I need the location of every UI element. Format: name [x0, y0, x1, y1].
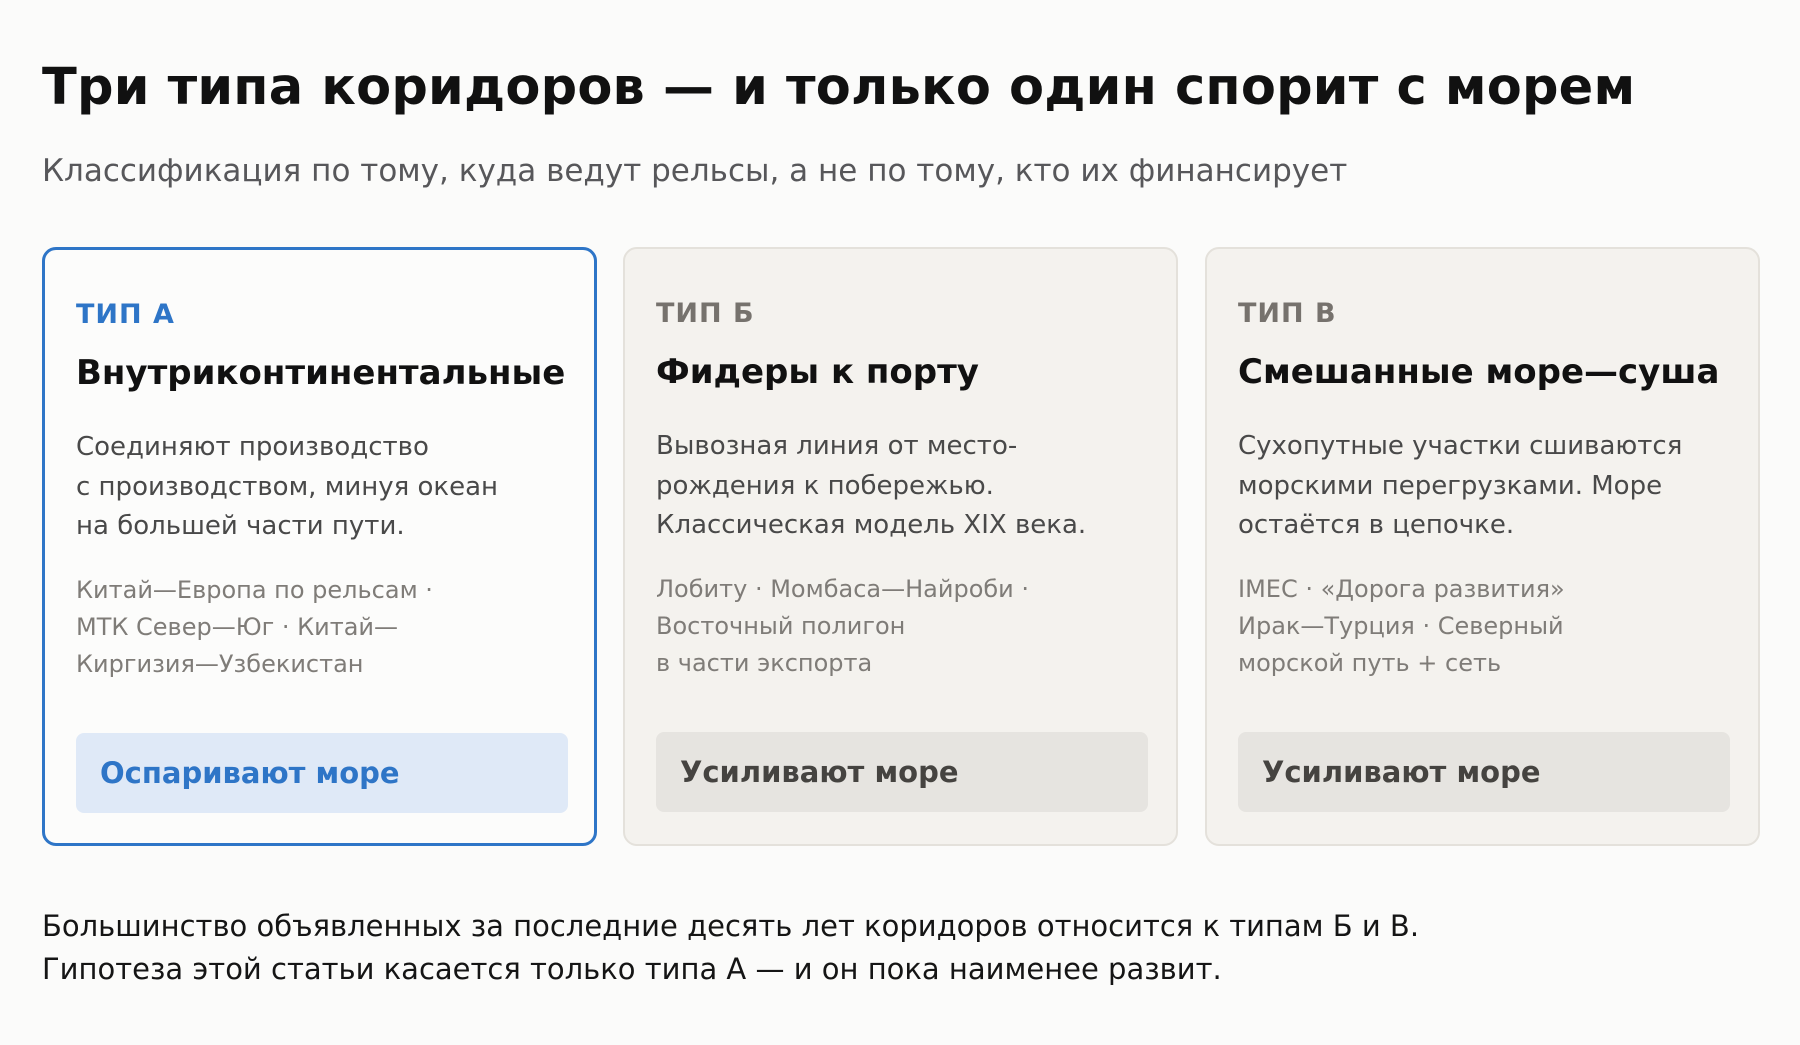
card-verdict-badge: Оспаривают море: [76, 733, 568, 813]
card-type-c: ТИП В Смешанные море—суша Сухопутные уча…: [1205, 247, 1760, 846]
card-name: Внутриконтинентальные: [76, 353, 566, 393]
card-description: Вывозная линия от место- рождения к побе…: [656, 431, 1087, 540]
card-type-b: ТИП Б Фидеры к порту Вывозная линия от м…: [623, 247, 1178, 846]
card-description: Соединяют производство с производством, …: [76, 432, 499, 541]
card-tag: ТИП А: [76, 299, 175, 330]
card-name: Фидеры к порту: [656, 352, 979, 392]
footer-line-1: Большинство объявленных за последние дес…: [42, 909, 1420, 943]
card-type-a: ТИП А Внутриконтинентальные Соединяют пр…: [42, 247, 597, 846]
footer-line-2: Гипотеза этой статьи касается только тип…: [42, 952, 1222, 986]
card-examples: IMEC · «Дорога развития» Ирак—Турция · С…: [1238, 574, 1565, 677]
card-examples: Лобиту · Момбаса—Найроби · Восточный пол…: [656, 574, 1030, 677]
card-name: Смешанные море—суша: [1238, 352, 1720, 392]
card-tag: ТИП Б: [656, 298, 755, 329]
card-examples: Китай—Европа по рельсам · МТК Север—Юг ·…: [76, 575, 433, 678]
corridor-type-cards: ТИП А Внутриконтинентальные Соединяют пр…: [42, 247, 1760, 846]
page-subtitle: Классификация по тому, куда ведут рельсы…: [42, 153, 1348, 189]
footer-note: Большинство объявленных за последние дес…: [42, 905, 1419, 991]
card-verdict-badge: Усиливают море: [656, 732, 1148, 812]
card-tag: ТИП В: [1238, 298, 1337, 329]
card-description: Сухопутные участки сшиваются морскими пе…: [1238, 431, 1683, 540]
card-verdict-badge: Усиливают море: [1238, 732, 1730, 812]
page-title: Три типа коридоров — и только один спори…: [42, 58, 1636, 117]
